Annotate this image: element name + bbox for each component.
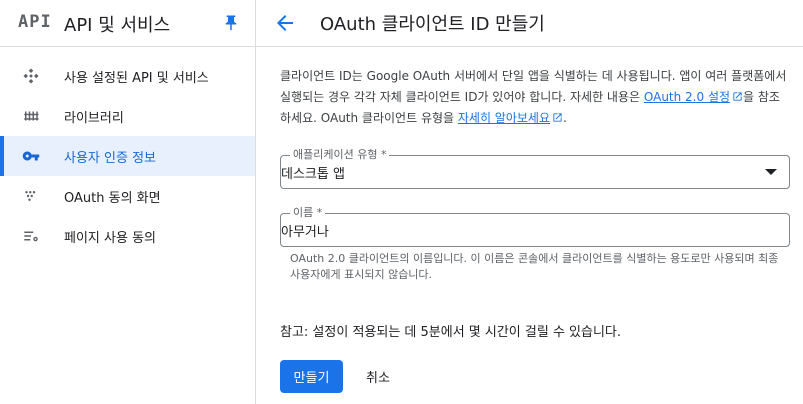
name-label: 이름 *: [290, 206, 326, 220]
sidebar-item-library[interactable]: 라이브러리: [0, 96, 255, 136]
name-value[interactable]: 아무거나: [281, 221, 329, 240]
sidebar-item-label: 사용 설정된 API 및 서비스: [64, 70, 209, 86]
sidebar-item-label: 사용자 인증 정보: [64, 150, 156, 166]
cancel-button[interactable]: 취소: [356, 360, 400, 393]
oauth-setup-link[interactable]: OAuth 2.0 설정: [644, 90, 730, 104]
sidebar-title: API 및 서비스: [64, 15, 171, 36]
name-field[interactable]: 이름 * 아무거나: [280, 206, 790, 247]
external-link-icon: [553, 113, 562, 122]
external-link-icon: [733, 92, 742, 101]
sidebar-item-label: 라이브러리: [64, 110, 124, 126]
sidebar-nav: 사용 설정된 API 및 서비스 라이브러리 사용자 인증 정보 OAuth 동…: [0, 56, 255, 256]
app-type-label: 애플리케이션 유형 *: [290, 148, 390, 162]
sidebar-item-oauth-consent[interactable]: OAuth 동의 화면: [0, 176, 255, 216]
description-text: .: [563, 111, 567, 125]
app-type-value: 데스크톱 앱: [281, 167, 345, 182]
sidebar-item-label: OAuth 동의 화면: [64, 190, 161, 206]
dropdown-arrow-icon: [765, 169, 777, 175]
sidebar-item-credentials[interactable]: 사용자 인증 정보: [0, 136, 255, 176]
name-hint: OAuth 2.0 클라이언트의 이름입니다. 이 이름은 콘솔에서 클라이언트…: [290, 252, 779, 281]
consent-dots-icon: [25, 191, 36, 201]
api-logo: API: [18, 12, 52, 32]
key-icon: [22, 151, 40, 161]
description: 클라이언트 ID는 Google OAuth 서버에서 단일 앱을 식별하는 데…: [280, 66, 790, 129]
settings-list-icon: [24, 231, 38, 242]
pin-icon[interactable]: [222, 14, 240, 32]
propagation-note: 참고: 설정이 적용되는 데 5분에서 몇 시간이 걸릴 수 있습니다.: [280, 325, 622, 340]
sidebar-item-label: 페이지 사용 동의: [64, 230, 156, 246]
sidebar-divider: [255, 0, 256, 404]
sidebar-item-enabled-apis[interactable]: 사용 설정된 API 및 서비스: [0, 56, 255, 96]
library-icon: [24, 111, 39, 121]
api-hub-icon: [23, 68, 39, 84]
learn-more-link[interactable]: 자세히 알아보세요: [458, 111, 550, 125]
sidebar-item-page-usage-agreement[interactable]: 페이지 사용 동의: [0, 216, 255, 256]
page-title: OAuth 클라이언트 ID 만들기: [320, 14, 545, 35]
app-type-select[interactable]: 애플리케이션 유형 * 데스크톱 앱: [280, 148, 790, 189]
sidebar-header: API API 및 서비스: [0, 0, 255, 47]
main-header: OAuth 클라이언트 ID 만들기: [256, 0, 803, 47]
back-arrow-icon[interactable]: [273, 11, 297, 35]
create-button[interactable]: 만들기: [280, 360, 343, 393]
